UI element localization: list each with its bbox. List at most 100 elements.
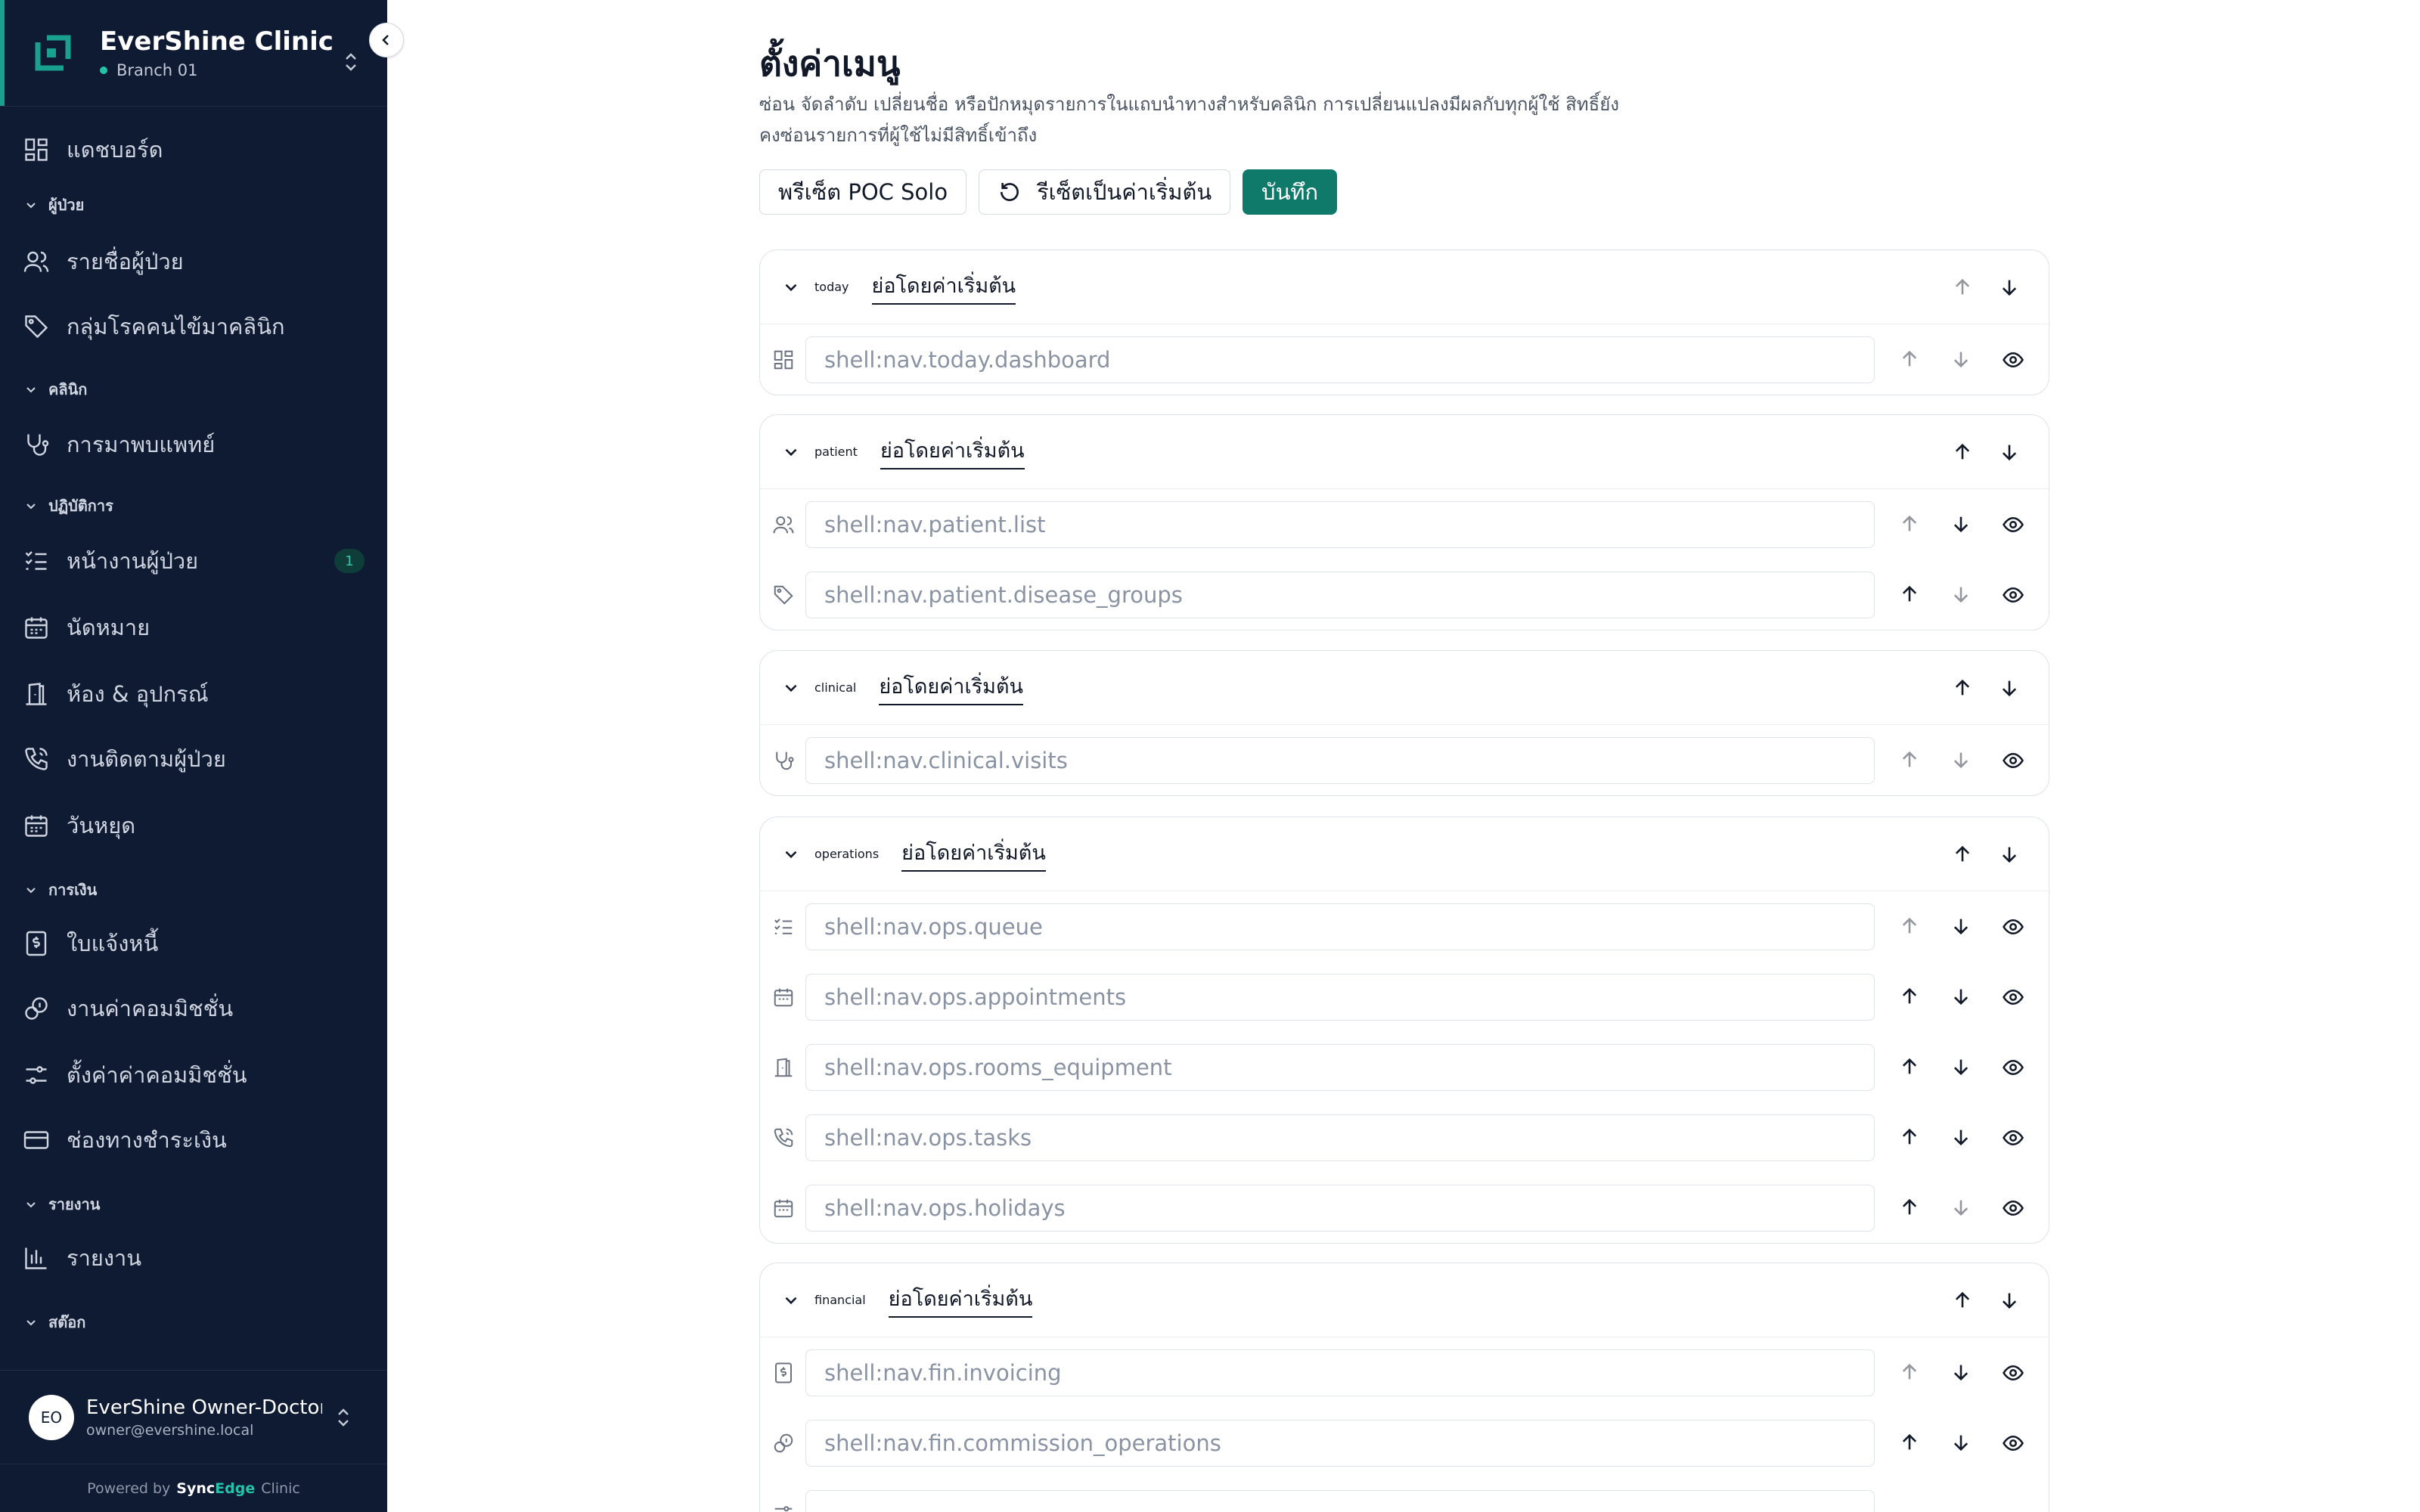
sidebar-item-holidays[interactable]: วันหยุด (23, 804, 365, 847)
arrow-down-icon[interactable] (1950, 1432, 1972, 1453)
section-toggle-clinical[interactable]: คลินิก (24, 378, 87, 401)
eye-icon[interactable] (2002, 1056, 2024, 1079)
eye-icon[interactable] (2002, 749, 2024, 772)
eye-icon[interactable] (2002, 1197, 2024, 1219)
collapse-default-toggle[interactable]: ย่อโดยค่าเริ่มต้น (879, 670, 1023, 705)
sidebar-item-visits[interactable]: การมาพบแพทย์ (23, 423, 365, 466)
chevron-down-icon[interactable] (781, 1290, 801, 1310)
reset-button[interactable]: รีเซ็ตเป็นค่าเริ่มต้น (979, 169, 1231, 215)
arrow-down-icon[interactable] (1950, 916, 1972, 937)
sidebar-item-label: ตั้งค่าค่าคอมมิชชั่น (67, 1062, 247, 1088)
collapse-default-toggle[interactable]: ย่อโดยค่าเริ่มต้น (871, 269, 1016, 305)
menu-item-label-input[interactable]: shell:nav.ops.rooms_equipment (805, 1043, 1875, 1091)
arrow-up-icon[interactable] (1952, 1290, 1973, 1311)
clinic-switcher[interactable]: EverShine Clinic Branch 01 (32, 21, 334, 85)
sidebar-item-rooms[interactable]: ห้อง & อุปกรณ์ (23, 673, 365, 715)
arrow-up-icon[interactable] (1899, 749, 1920, 770)
arrow-down-icon[interactable] (1950, 1197, 1972, 1218)
eye-icon[interactable] (2002, 1362, 2024, 1384)
sidebar-item-queue[interactable]: หน้างานผู้ป่วย 1 (23, 540, 365, 582)
arrow-up-icon[interactable] (1952, 677, 1973, 699)
menu-item-label-input[interactable]: shell:nav.today.dashboard (805, 336, 1875, 383)
chevron-down-icon[interactable] (781, 678, 801, 698)
arrow-up-icon[interactable] (1952, 442, 1973, 463)
collapse-default-toggle[interactable]: ย่อโดยค่าเริ่มต้น (888, 1282, 1033, 1318)
arrow-up-icon[interactable] (1899, 513, 1920, 534)
collapse-default-toggle[interactable]: ย่อโดยค่าเริ่มต้น (901, 836, 1046, 872)
chevron-down-icon[interactable] (781, 844, 801, 864)
arrow-up-icon[interactable] (1899, 916, 1920, 937)
arrow-down-icon[interactable] (1999, 277, 2020, 298)
collapse-default-toggle[interactable]: ย่อโดยค่าเริ่มต้น (880, 434, 1025, 469)
menu-item-label-input[interactable]: shell:nav.ops.tasks (805, 1114, 1875, 1161)
sidebar-item-label: วันหยุด (67, 813, 136, 838)
sidebar-item-commission-ops[interactable]: งานค่าคอมมิชชั่น (23, 987, 365, 1030)
arrow-up-icon[interactable] (1899, 1197, 1920, 1218)
menu-item-row: shell:nav.ops.queue (760, 891, 2049, 962)
sidebar-item-commission-settings[interactable]: ตั้งค่าค่าคอมมิชชั่น (23, 1054, 365, 1096)
chevron-updown-icon[interactable] (334, 1405, 352, 1430)
menu-item-label-input[interactable]: shell:nav.ops.holidays (805, 1184, 1875, 1232)
arrow-down-icon[interactable] (1999, 442, 2020, 463)
group-today: today ย่อโดยค่าเริ่มต้น shell:nav.today.… (759, 249, 2049, 395)
arrow-down-icon[interactable] (1950, 513, 1972, 534)
arrow-up-icon[interactable] (1899, 986, 1920, 1007)
arrow-up-icon[interactable] (1899, 1362, 1920, 1383)
eye-icon[interactable] (2002, 986, 2024, 1009)
eye-icon[interactable] (2002, 1432, 2024, 1455)
menu-item-label-input[interactable]: shell:nav.fin.invoicing (805, 1349, 1875, 1396)
arrow-down-icon[interactable] (1999, 677, 2020, 699)
arrow-down-icon[interactable] (1950, 1126, 1972, 1148)
menu-item-label-input[interactable]: shell:nav.patient.list (805, 500, 1875, 548)
save-button[interactable]: บันทึก (1243, 169, 1338, 215)
eye-icon[interactable] (2002, 513, 2024, 536)
menu-item-label-input[interactable]: shell:nav.patient.disease_groups (805, 571, 1875, 618)
arrow-up-icon[interactable] (1899, 1432, 1920, 1453)
sidebar-collapse-button[interactable] (369, 23, 404, 57)
menu-item-label-input[interactable]: shell:nav.ops.appointments (805, 973, 1875, 1021)
chevron-down-icon[interactable] (781, 277, 801, 297)
arrow-down-icon[interactable] (1950, 349, 1972, 370)
sidebar-item-dashboard[interactable]: แดชบอร์ด (23, 129, 365, 171)
eye-icon[interactable] (2002, 349, 2024, 371)
chevron-down-icon[interactable] (781, 442, 801, 462)
sidebar-item-invoices[interactable]: ใบแจ้งหนี้ (23, 922, 365, 965)
section-toggle-stock[interactable]: สต๊อก (24, 1311, 85, 1334)
eye-icon[interactable] (2002, 916, 2024, 938)
menu-item-label-input[interactable]: shell:nav.ops.queue (805, 903, 1875, 950)
section-toggle-reports[interactable]: รายงาน (24, 1193, 100, 1216)
menu-item-label-input[interactable]: shell:nav.clinical.visits (805, 736, 1875, 784)
arrow-up-icon[interactable] (1899, 1126, 1920, 1148)
sidebar-item-tasks[interactable]: งานติดตามผู้ป่วย (23, 738, 365, 780)
sidebar-item-payment-channels[interactable]: ช่องทางชำระเงิน (23, 1119, 365, 1161)
arrow-down-icon[interactable] (1950, 1056, 1972, 1077)
section-toggle-finance[interactable]: การเงิน (24, 878, 97, 901)
reset-icon (1001, 182, 1019, 201)
sidebar-item-disease-groups[interactable]: กลุ่มโรคคนไข้มาคลินิก (23, 305, 365, 348)
arrow-down-icon[interactable] (1950, 1362, 1972, 1383)
eye-icon[interactable] (2002, 584, 2024, 606)
arrow-up-icon[interactable] (1899, 1056, 1920, 1077)
preset-button[interactable]: พรีเซ็ต POC Solo (759, 169, 967, 215)
menu-item-label-input[interactable] (805, 1489, 1875, 1512)
section-toggle-operations[interactable]: ปฏิบัติการ (24, 494, 113, 517)
arrow-up-icon[interactable] (1952, 277, 1973, 298)
eye-icon[interactable] (2002, 1126, 2024, 1149)
arrow-up-icon[interactable] (1899, 584, 1920, 605)
arrow-down-icon[interactable] (1950, 584, 1972, 605)
chevron-updown-icon[interactable] (342, 50, 360, 74)
user-name: EverShine Owner-Doctor (86, 1396, 322, 1419)
sidebar-item-appointments[interactable]: นัดหมาย (23, 606, 365, 649)
section-toggle-patients[interactable]: ผู้ป่วย (24, 194, 84, 216)
arrow-down-icon[interactable] (1950, 749, 1972, 770)
section-label: สต๊อก (48, 1313, 86, 1331)
arrow-down-icon[interactable] (1950, 986, 1972, 1007)
menu-item-label-input[interactable]: shell:nav.fin.commission_operations (805, 1419, 1875, 1467)
arrow-up-icon[interactable] (1952, 844, 1973, 865)
arrow-down-icon[interactable] (1999, 1290, 2020, 1311)
sidebar-item-patient-list[interactable]: รายชื่อผู้ป่วย (23, 240, 365, 283)
arrow-up-icon[interactable] (1899, 349, 1920, 370)
arrow-down-icon[interactable] (1999, 844, 2020, 865)
user-menu[interactable]: EO EverShine Owner-Doctor owner@evershin… (0, 1370, 387, 1464)
sidebar-item-reports[interactable]: รายงาน (23, 1237, 365, 1279)
